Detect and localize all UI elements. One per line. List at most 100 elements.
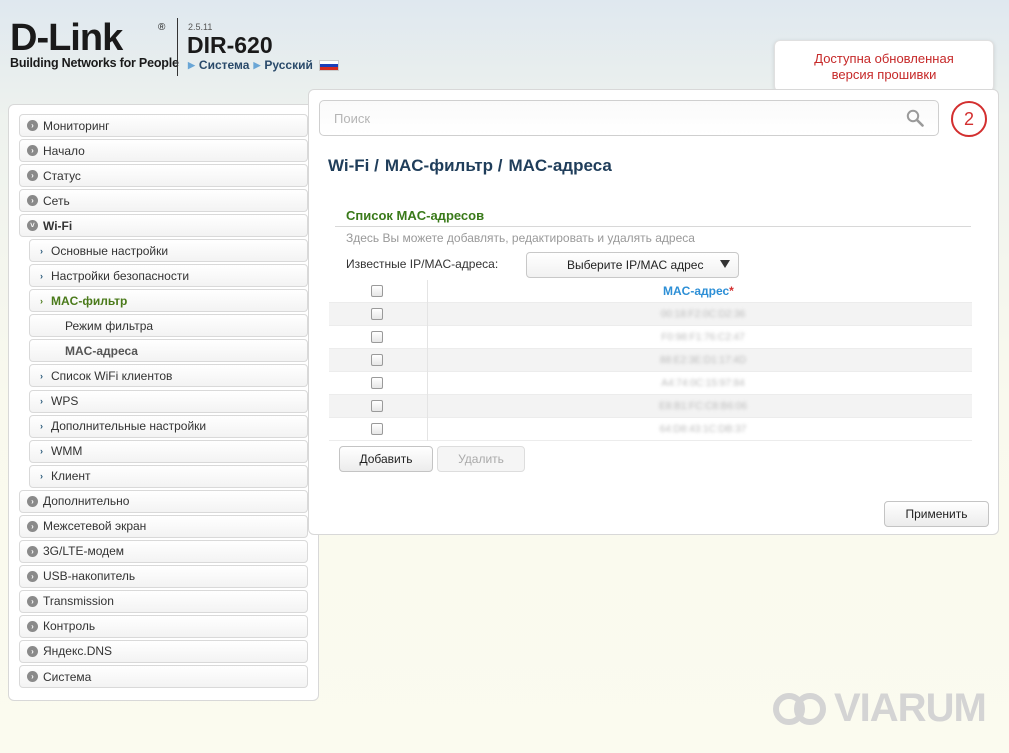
mac-address-cell[interactable]: 88:E2:3E:D1:17:4D (639, 355, 767, 366)
notification-badge[interactable]: 2 (951, 101, 987, 137)
row-checkbox[interactable] (371, 400, 383, 412)
sidebar-item-firewall[interactable]: › Межсетевой экран (19, 514, 308, 538)
known-addresses-select[interactable]: Выберите IP/MAC адрес (526, 252, 739, 278)
table-row[interactable]: 64:D8:43:1C:DB:37 (329, 418, 972, 441)
brand-name: D-Link (10, 17, 123, 59)
mac-address-cell[interactable]: 00:18:F2:0C:D2:36 (639, 309, 767, 320)
dlink-logo[interactable]: D-Link ® Building Networks for People (10, 17, 179, 70)
breadcrumb-mac-filter[interactable]: MAC-фильтр / (385, 156, 503, 176)
sidebar-item-label: Режим фильтра (65, 318, 154, 333)
system-link[interactable]: Система (199, 58, 250, 72)
search-input[interactable] (320, 101, 880, 135)
chevron-right-icon: › (27, 620, 38, 632)
column-separator (427, 418, 428, 441)
breadcrumb-mac-addresses: MAC-адреса (508, 156, 612, 175)
known-addresses-label: Известные IP/MAC-адреса: (346, 257, 499, 271)
sidebar-item-label: Список WiFi клиентов (51, 368, 173, 383)
arrow-right-icon: › (40, 245, 43, 256)
chevron-right-icon: › (27, 570, 38, 582)
table-row[interactable]: E8:B1:FC:C8:B6:06 (329, 395, 972, 418)
sidebar-item-system[interactable]: › Система (19, 665, 308, 689)
sidebar-item-label: Дополнительные настройки (51, 419, 207, 434)
row-checkbox[interactable] (371, 331, 383, 343)
sidebar-item-label: Яндекс.DNS (43, 644, 113, 659)
row-checkbox[interactable] (371, 308, 383, 320)
sidebar-item-label: MAC-фильтр (51, 293, 128, 308)
mac-address-cell[interactable]: E8:B1:FC:C8:B6:06 (639, 401, 767, 412)
sidebar-item-basic-settings[interactable]: › Основные настройки (29, 239, 308, 263)
main-panel: 2 Wi-Fi / MAC-фильтр / MAC-адреса Список… (308, 89, 999, 535)
mac-address-cell[interactable]: A4:74:0C:15:97:84 (639, 378, 767, 389)
column-separator (427, 303, 428, 326)
mac-column-header: MAC-адрес* (663, 284, 734, 298)
sidebar-item-security-settings[interactable]: › Настройки безопасности (29, 264, 308, 288)
table-row[interactable]: 88:E2:3E:D1:17:4D (329, 349, 972, 372)
sidebar-item-label: Мониторинг (43, 118, 110, 133)
table-row[interactable]: F0:98:F1:76:C2:47 (329, 326, 972, 349)
sidebar-item-mac-addresses[interactable]: MAC-адреса (29, 339, 308, 363)
viarum-watermark: VIARUM (772, 686, 987, 731)
table-row[interactable]: 00:18:F2:0C:D2:36 (329, 303, 972, 326)
russian-flag-icon[interactable] (318, 59, 339, 71)
sidebar-item-wmm[interactable]: › WMM (29, 439, 308, 463)
registered-mark: ® (158, 22, 166, 33)
mac-address-cell[interactable]: 64:D8:43:1C:DB:37 (639, 424, 767, 435)
required-mark: * (729, 284, 734, 298)
column-separator (427, 372, 428, 395)
firmware-update-notice[interactable]: Доступна обновленная версия прошивки (774, 40, 994, 92)
sidebar-item-label: Начало (43, 143, 85, 158)
delete-button[interactable]: Удалить (437, 446, 525, 472)
row-checkbox[interactable] (371, 354, 383, 366)
search-icon[interactable] (906, 109, 924, 127)
chevron-right-icon: › (27, 195, 38, 207)
chevron-right-icon: › (27, 495, 38, 507)
select-all-checkbox[interactable] (371, 285, 383, 297)
sidebar-item-advanced-settings[interactable]: › Дополнительные настройки (29, 414, 308, 438)
add-button[interactable]: Добавить (339, 446, 433, 472)
sidebar-item-monitoring[interactable]: › Мониторинг (19, 114, 308, 137)
sidebar-item-label: 3G/LTE-модем (43, 544, 125, 559)
sidebar-item-label: WPS (51, 394, 79, 409)
sidebar-item-3g-lte-modem[interactable]: › 3G/LTE-модем (19, 539, 308, 563)
sidebar-item-mac-filter[interactable]: › MAC-фильтр (29, 289, 308, 313)
header-links: ▶ Система ▶ Русский (188, 58, 339, 72)
sidebar-item-label: Клиент (51, 469, 91, 484)
sidebar-item-filter-mode[interactable]: Режим фильтра (29, 314, 308, 338)
arrow-right-icon: › (40, 270, 43, 281)
language-link[interactable]: Русский (264, 58, 313, 72)
column-separator (427, 395, 428, 418)
apply-button[interactable]: Применить (884, 501, 989, 527)
sidebar-item-wifi-clients[interactable]: › Список WiFi клиентов (29, 364, 308, 388)
sidebar-item-control[interactable]: › Контроль (19, 614, 308, 638)
notice-line-2: версия прошивки (831, 67, 937, 82)
sidebar-item-client[interactable]: › Клиент (29, 464, 308, 488)
row-checkbox[interactable] (371, 377, 383, 389)
sidebar-item-wifi[interactable]: ˅ Wi-Fi (19, 214, 308, 238)
chevron-right-icon: › (27, 545, 38, 557)
sidebar-menu: › Мониторинг › Начало › Статус › Сеть ˅ Wi-Fi… (8, 104, 319, 701)
sidebar-item-usb-storage[interactable]: › USB-накопитель (19, 564, 308, 588)
sidebar-item-label: Статус (43, 168, 81, 183)
chevron-right-icon: › (27, 520, 38, 532)
sidebar-item-status[interactable]: › Статус (19, 164, 308, 188)
triangle-right-icon: ▶ (188, 59, 195, 70)
sidebar-item-wps[interactable]: › WPS (29, 389, 308, 413)
table-row[interactable]: A4:74:0C:15:97:84 (329, 372, 972, 395)
sidebar-item-transmission[interactable]: › Transmission (19, 589, 308, 613)
sidebar-item-label: MAC-адреса (65, 343, 138, 358)
sidebar-item-label: Transmission (43, 594, 114, 609)
sidebar-item-advanced[interactable]: › Дополнительно (19, 489, 308, 513)
sidebar-item-start[interactable]: › Начало (19, 139, 308, 163)
column-separator (427, 349, 428, 372)
chevron-right-icon: › (27, 120, 38, 131)
sidebar-item-network[interactable]: › Сеть (19, 189, 308, 213)
sidebar-item-label: USB-накопитель (43, 569, 136, 584)
mac-address-cell[interactable]: F0:98:F1:76:C2:47 (639, 332, 767, 343)
breadcrumb: Wi-Fi / MAC-фильтр / MAC-адреса (328, 156, 612, 176)
arrow-right-icon: › (40, 446, 43, 457)
row-checkbox[interactable] (371, 423, 383, 435)
sidebar-item-yandex-dns[interactable]: › Яндекс.DNS (19, 639, 308, 663)
select-value: Выберите IP/MAC адрес (567, 258, 704, 272)
breadcrumb-wifi[interactable]: Wi-Fi / (328, 156, 379, 176)
sidebar-item-label: Сеть (43, 193, 70, 208)
